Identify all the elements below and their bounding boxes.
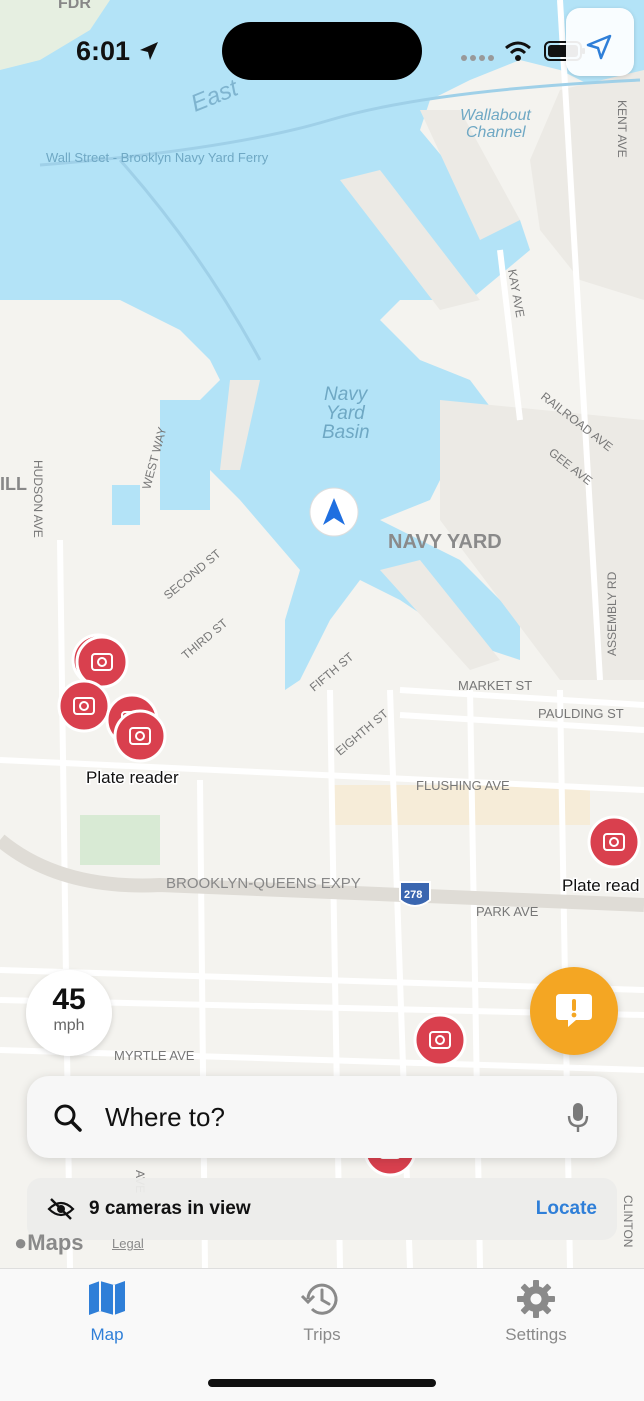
speed-indicator: 45 mph xyxy=(26,970,112,1056)
tab-map-label: Map xyxy=(90,1325,124,1344)
camera-marker[interactable] xyxy=(75,635,129,689)
map-label-basin-2: Yard xyxy=(326,403,366,424)
map-label-clinton: CLINTON xyxy=(621,1195,635,1247)
map-label-wallabout-1: Wallabout xyxy=(460,107,531,124)
map-label-assembly-rd: ASSEMBLY RD xyxy=(605,571,619,656)
map-label-basin-3: Basin xyxy=(322,422,370,443)
eye-slash-icon[interactable] xyxy=(47,1197,75,1221)
signal-dots-icon xyxy=(461,55,494,61)
camera-label: Plate reader xyxy=(86,768,179,787)
tab-settings-label: Settings xyxy=(505,1325,567,1344)
tab-map[interactable]: Map xyxy=(27,1269,187,1359)
tab-trips[interactable]: Trips xyxy=(242,1269,402,1359)
speed-value: 45 xyxy=(52,983,86,1016)
interstate-shield: 278 xyxy=(399,881,431,907)
microphone-icon[interactable] xyxy=(567,1102,589,1134)
history-icon xyxy=(300,1283,338,1315)
home-indicator xyxy=(208,1379,436,1387)
gear-icon xyxy=(517,1280,555,1318)
map-label-hill: ILL xyxy=(0,474,27,494)
map-label-paulding-st: PAULDING ST xyxy=(538,706,624,721)
speed-unit: mph xyxy=(53,1017,85,1034)
map-label-kent-ave: KENT AVE xyxy=(615,100,629,158)
apple-logo-icon: ● xyxy=(14,1230,28,1255)
search-input[interactable]: Where to? xyxy=(105,1102,225,1133)
camera-marker[interactable] xyxy=(413,1013,467,1067)
camera-marker[interactable] xyxy=(113,709,167,763)
map-label-ferry: Wall Street - Brooklyn Navy Yard Ferry xyxy=(46,150,269,165)
svg-text:278: 278 xyxy=(404,889,422,901)
location-arrow-icon xyxy=(140,42,158,60)
cameras-in-view-bar: 9 cameras in view Locate xyxy=(27,1178,617,1240)
map-label-wallabout-2: Channel xyxy=(466,124,526,141)
search-bar[interactable]: Where to? xyxy=(27,1076,617,1158)
dynamic-island xyxy=(222,22,422,80)
tab-trips-label: Trips xyxy=(303,1325,341,1344)
camera-label-right: Plate read xyxy=(562,876,640,895)
map-label-myrtle-ave: MYRTLE AVE xyxy=(114,1048,195,1063)
recenter-button[interactable] xyxy=(566,8,634,76)
map-label-park-ave: PARK AVE xyxy=(476,904,539,919)
report-bubble-icon xyxy=(556,994,592,1027)
wifi-icon xyxy=(505,41,531,61)
status-bar: 6:01 xyxy=(0,0,644,90)
camera-count-text: 9 cameras in view xyxy=(89,1198,251,1219)
maps-attribution: ●Maps xyxy=(14,1230,84,1255)
map-label-bqe: BROOKLYN-QUEENS EXPY xyxy=(166,875,361,892)
navigation-arrow-icon xyxy=(586,34,612,60)
camera-marker[interactable] xyxy=(587,815,641,869)
map-label-navy-yard: NAVY YARD xyxy=(388,531,502,553)
user-location-marker xyxy=(309,487,359,537)
map-label-hudson-ave: HUDSON AVE xyxy=(31,460,45,538)
map-label-flushing-ave: FLUSHING AVE xyxy=(416,778,510,793)
legal-link[interactable]: Legal xyxy=(112,1236,144,1251)
map-label-market-st: MARKET ST xyxy=(458,678,532,693)
search-icon xyxy=(54,1104,82,1132)
report-alert-button[interactable] xyxy=(530,967,618,1055)
camera-marker[interactable] xyxy=(57,679,111,733)
status-time: 6:01 xyxy=(76,36,131,66)
locate-button[interactable]: Locate xyxy=(536,1198,597,1220)
tab-settings[interactable]: Settings xyxy=(456,1269,616,1359)
tab-bar: Map Trips Settings xyxy=(0,1268,644,1401)
map-icon xyxy=(89,1281,125,1315)
map-label-basin-1: Navy xyxy=(324,384,369,405)
